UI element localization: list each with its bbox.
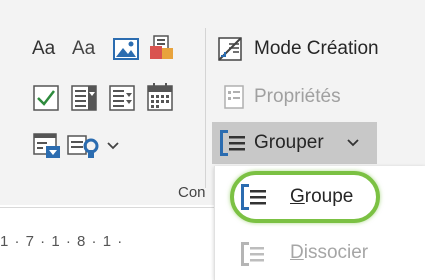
checkbox-content-control-icon[interactable] bbox=[32, 84, 60, 112]
repeating-section-icon[interactable] bbox=[66, 132, 100, 160]
chevron-down-icon bbox=[347, 139, 359, 147]
grouper-label: Grouper bbox=[254, 132, 324, 153]
image-content-control-icon[interactable] bbox=[112, 36, 140, 62]
date-picker-icon[interactable] bbox=[146, 82, 174, 112]
group-separator bbox=[205, 28, 206, 188]
ungroup-icon bbox=[241, 242, 264, 266]
dissocier-label-rest: issocier bbox=[303, 242, 369, 263]
building-block-icon[interactable] bbox=[148, 34, 176, 62]
menu-item-dissocier-label: Dissocier bbox=[290, 242, 368, 264]
mode-creation-button[interactable]: Mode Création bbox=[254, 38, 379, 60]
mode-creation-icon[interactable] bbox=[215, 34, 245, 64]
dropdown-list-icon[interactable] bbox=[108, 84, 136, 112]
chevron-down-icon[interactable] bbox=[106, 140, 120, 152]
plain-text-control-button[interactable]: Aa bbox=[72, 38, 95, 60]
rich-text-control-button[interactable]: Aa bbox=[32, 38, 55, 60]
legacy-tools-icon[interactable] bbox=[32, 132, 62, 160]
menu-item-dissocier: Dissocier bbox=[215, 228, 425, 278]
ruler-top-border bbox=[0, 207, 225, 208]
combo-box-icon[interactable] bbox=[70, 84, 98, 112]
ruler-ticks: 1 · 7 · 1 · 8 · 1 · bbox=[0, 233, 124, 250]
proprietes-button: Propriétés bbox=[254, 86, 341, 107]
group-icon bbox=[220, 130, 245, 156]
dissocier-accelerator: D bbox=[290, 242, 304, 263]
green-highlight-ring bbox=[230, 171, 380, 223]
properties-icon bbox=[224, 85, 244, 109]
group-label-controles: Con bbox=[178, 184, 206, 201]
